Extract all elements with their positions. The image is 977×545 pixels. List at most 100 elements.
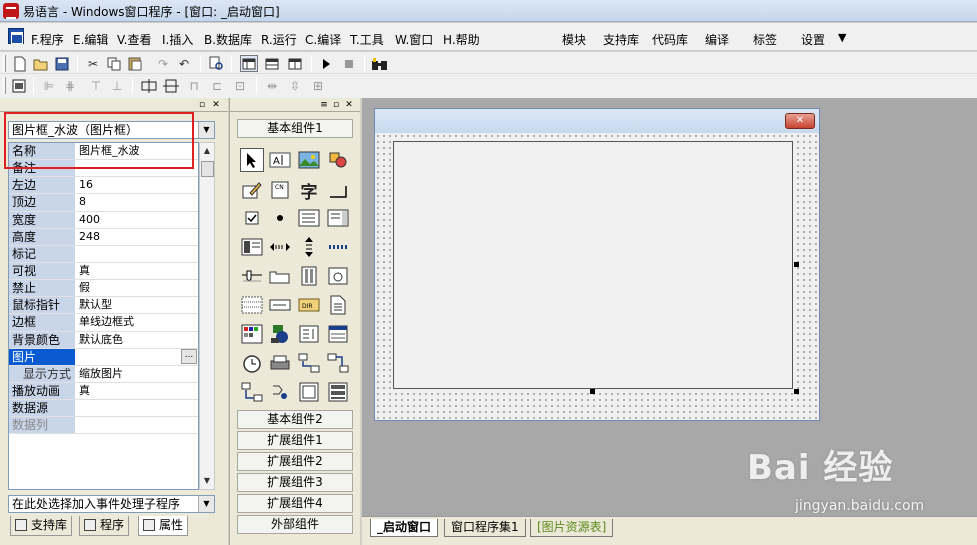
prop-row-left[interactable]: 左边 16 — [9, 177, 198, 195]
menu-edit[interactable]: E.编辑 — [73, 31, 108, 48]
prop-row-datasource[interactable]: 数据源 — [9, 400, 198, 418]
property-scrollbar[interactable]: ▲ ▼ — [199, 142, 215, 490]
prop-row-width[interactable]: 宽度 400 — [9, 211, 198, 229]
browse-button[interactable]: ... — [181, 348, 197, 364]
combobox-tool-icon[interactable] — [240, 235, 264, 259]
checkbox-tool-icon[interactable] — [240, 206, 264, 230]
spin-tool-icon[interactable] — [297, 235, 321, 259]
center-v-icon[interactable] — [162, 77, 180, 94]
grid-tool-icon[interactable] — [240, 293, 264, 317]
align-bottom-icon[interactable]: ⊥ — [108, 77, 126, 94]
picture-tool-icon[interactable] — [297, 148, 321, 172]
restore-icon[interactable]: ▫ — [197, 100, 207, 110]
space-h-icon[interactable]: ⇹ — [263, 77, 281, 94]
menu-modules[interactable]: 模块 — [562, 31, 586, 48]
scroll-down-icon[interactable]: ▼ — [200, 473, 214, 489]
form-close-button[interactable]: ✕ — [785, 113, 815, 129]
run-icon[interactable] — [317, 55, 335, 72]
menu-view[interactable]: V.查看 — [117, 31, 151, 48]
chart-tool-icon[interactable] — [268, 322, 292, 346]
network-tool-icon[interactable] — [297, 351, 321, 375]
same-size-icon[interactable]: ⊡ — [231, 77, 249, 94]
prop-row-bgcolor[interactable]: 背景颜色 默认底色 — [9, 331, 198, 349]
prop-row-disabled[interactable]: 禁止假 — [9, 280, 198, 298]
chevron-down-icon[interactable]: ▼ — [838, 31, 846, 44]
label-tool-icon[interactable]: A — [268, 148, 292, 172]
scrollbar-tool-icon[interactable] — [268, 235, 292, 259]
redo-icon[interactable]: ↷ — [154, 55, 172, 72]
menu-compile-right[interactable]: 编译 — [705, 31, 729, 48]
prop-row-top[interactable]: 顶边 8 — [9, 194, 198, 212]
menu-icon[interactable]: ≡ — [319, 100, 329, 110]
button-tool-icon[interactable]: CN — [268, 178, 292, 202]
menu-labels[interactable]: 标签 — [753, 31, 777, 48]
edit-tool-icon[interactable] — [240, 178, 264, 202]
toolbar-grip[interactable] — [3, 55, 6, 72]
menu-program[interactable]: F.程序 — [31, 31, 64, 48]
radio-tool-icon[interactable] — [268, 206, 292, 230]
same-height-icon[interactable]: ⊏ — [208, 77, 226, 94]
cut-icon[interactable]: ✂ — [84, 55, 102, 72]
align-left-icon[interactable]: ⊫ — [40, 77, 58, 94]
prop-row-animate[interactable]: 播放动画真 — [9, 382, 198, 401]
color-tool-icon[interactable] — [240, 322, 264, 346]
groupbox-tool-icon[interactable] — [297, 206, 321, 230]
copy-icon[interactable] — [105, 55, 123, 72]
layout-3-icon[interactable] — [286, 55, 304, 72]
toolbar-grip[interactable] — [3, 77, 6, 94]
prop-row-cursor[interactable]: 鼠标指针 默认型 — [9, 297, 198, 315]
layout-2-icon[interactable] — [263, 55, 281, 72]
pointer-tool-icon[interactable] — [240, 148, 264, 172]
prop-row-visible[interactable]: 可视真 — [9, 262, 198, 281]
line-tool-icon[interactable] — [326, 178, 350, 202]
menu-code-lib[interactable]: 代码库 — [652, 31, 688, 48]
group-ext-4[interactable]: 扩展组件4 — [237, 494, 353, 513]
clock-tool-icon[interactable] — [240, 351, 264, 375]
new-file-icon[interactable] — [11, 55, 29, 72]
client-tool-icon[interactable] — [240, 380, 264, 404]
form-title-bar[interactable] — [375, 109, 819, 133]
data-tool-icon[interactable] — [326, 380, 350, 404]
chevron-down-icon[interactable]: ▼ — [198, 496, 214, 512]
resize-handle-right[interactable] — [794, 262, 799, 267]
progress-tool-icon[interactable] — [326, 235, 350, 259]
prop-row-datacolumn[interactable]: 数据列 — [9, 417, 198, 435]
event-selector[interactable]: 在此处选择加入事件处理子程序 ▼ — [8, 495, 215, 513]
picture-box-control[interactable] — [393, 141, 793, 389]
menu-run[interactable]: R.运行 — [261, 31, 297, 48]
same-width-icon[interactable]: ⊓ — [185, 77, 203, 94]
binoculars-icon[interactable] — [371, 55, 389, 72]
prop-row-height[interactable]: 高度 248 — [9, 228, 198, 246]
paste-icon[interactable] — [126, 55, 144, 72]
align-top-icon[interactable]: ⊤ — [87, 77, 105, 94]
vscroll-tool-icon[interactable] — [297, 264, 321, 288]
tab-picture-resources[interactable]: [图片资源表] — [530, 519, 614, 537]
group-basic-1[interactable]: 基本组件1 — [237, 119, 353, 138]
space-v-icon[interactable]: ⇳ — [286, 77, 304, 94]
restore-icon[interactable]: ▫ — [331, 100, 341, 110]
stop-icon[interactable] — [340, 55, 358, 72]
form-props-icon[interactable] — [10, 77, 28, 94]
tab-start-window[interactable]: _启动窗口 — [370, 519, 439, 537]
layout-1-icon[interactable] — [240, 55, 258, 72]
port-tool-icon[interactable] — [268, 380, 292, 404]
server-tool-icon[interactable] — [326, 351, 350, 375]
printer-tool-icon[interactable] — [268, 351, 292, 375]
list-tool-icon[interactable] — [297, 322, 321, 346]
menu-database[interactable]: B.数据库 — [204, 31, 252, 48]
frame-tool-icon[interactable] — [297, 380, 321, 404]
menu-support-lib[interactable]: 支持库 — [603, 31, 639, 48]
resize-handle-corner[interactable] — [794, 389, 799, 394]
group-basic-2[interactable]: 基本组件2 — [237, 410, 353, 429]
scroll-up-icon[interactable]: ▲ — [200, 143, 214, 159]
dir-tool-icon[interactable]: DIR — [297, 293, 321, 317]
close-icon[interactable]: ✕ — [344, 100, 354, 110]
menu-compile[interactable]: C.编译 — [305, 31, 341, 48]
group-ext-3[interactable]: 扩展组件3 — [237, 473, 353, 492]
find-icon[interactable] — [207, 55, 225, 72]
tab-window-assembly[interactable]: 窗口程序集1 — [444, 519, 526, 537]
group-external[interactable]: 外部组件 — [237, 515, 353, 534]
menu-tools[interactable]: T.工具 — [350, 31, 384, 48]
open-folder-icon[interactable] — [32, 55, 50, 72]
undo-icon[interactable]: ↶ — [175, 55, 193, 72]
